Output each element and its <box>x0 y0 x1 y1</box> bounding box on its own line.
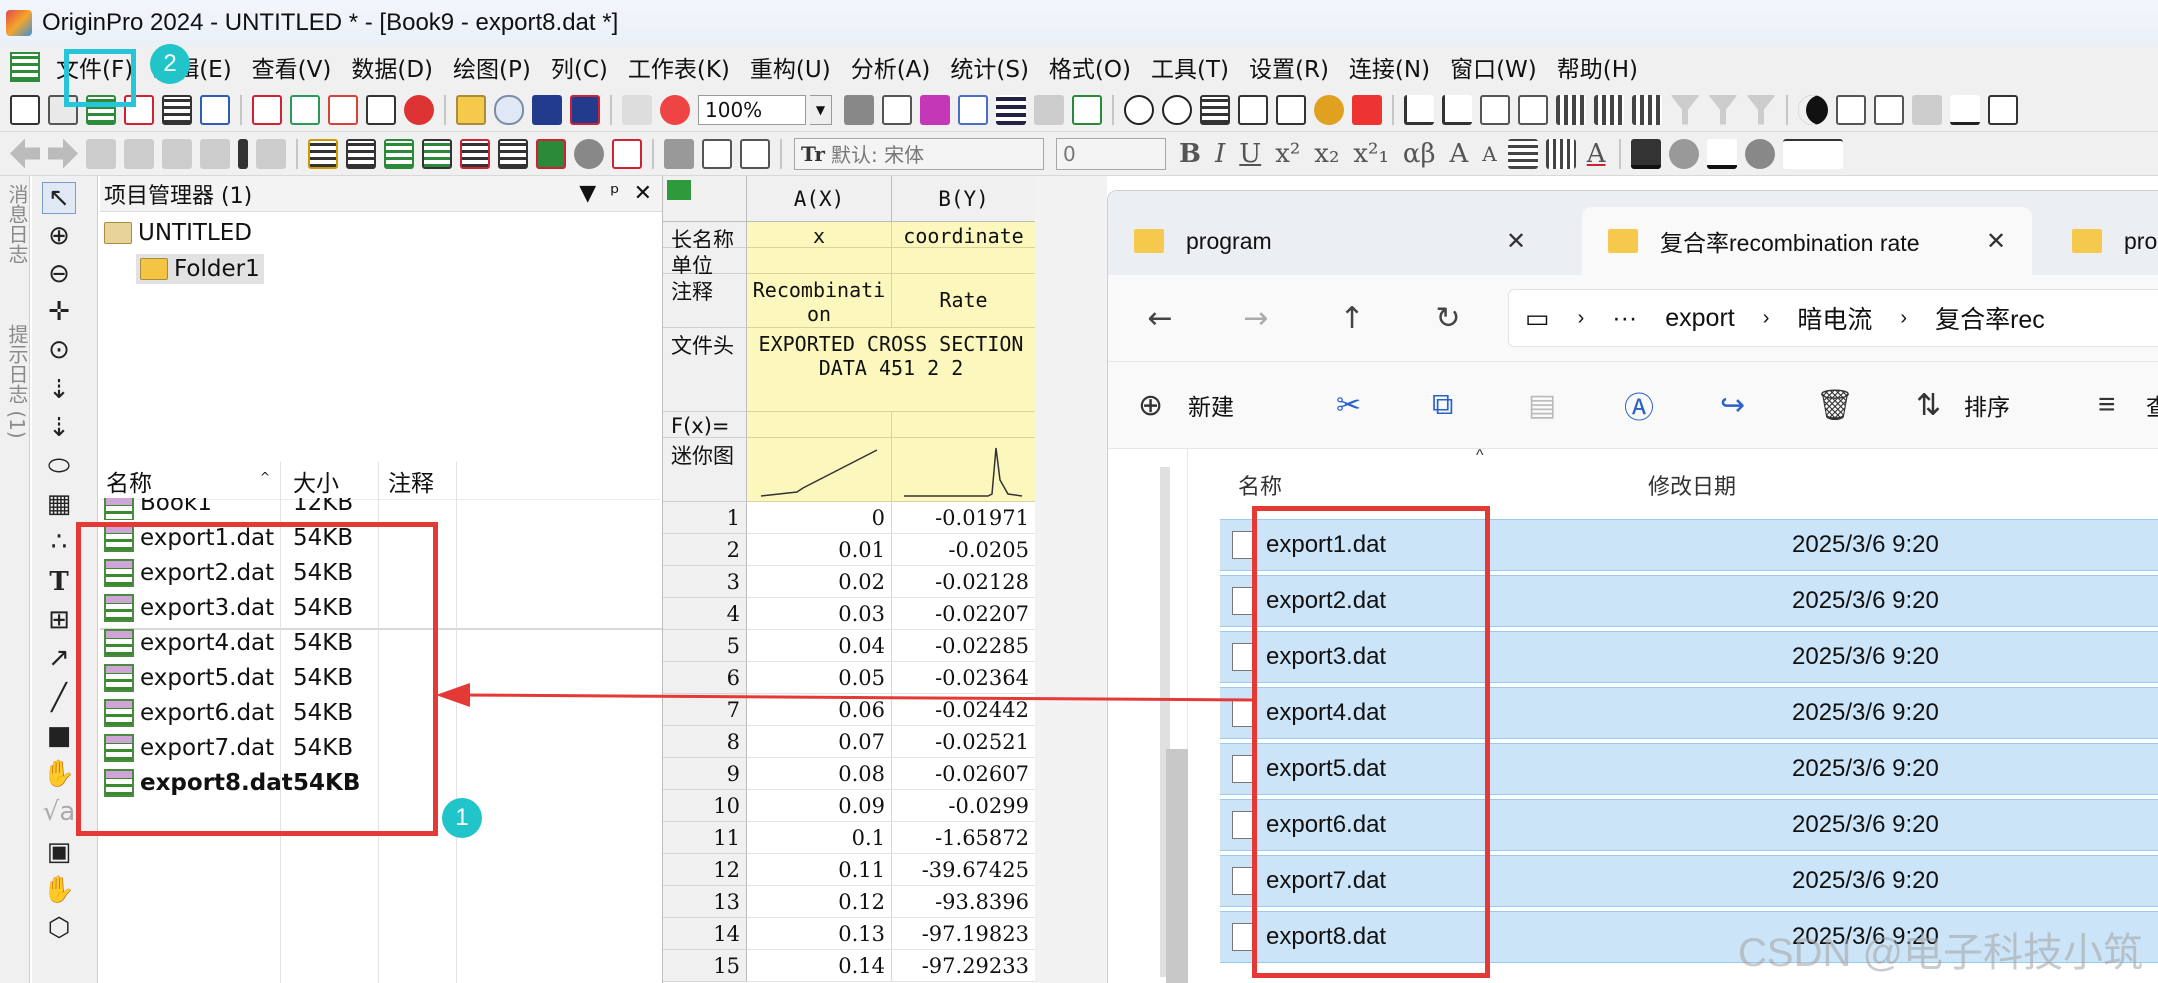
watermark: CSDN @电子科技小筑 <box>1738 931 2144 975</box>
drag-arrow <box>436 683 1255 707</box>
screenshot-root: { "origin": { "title": "OriginPro 2024 -… <box>0 0 2158 983</box>
